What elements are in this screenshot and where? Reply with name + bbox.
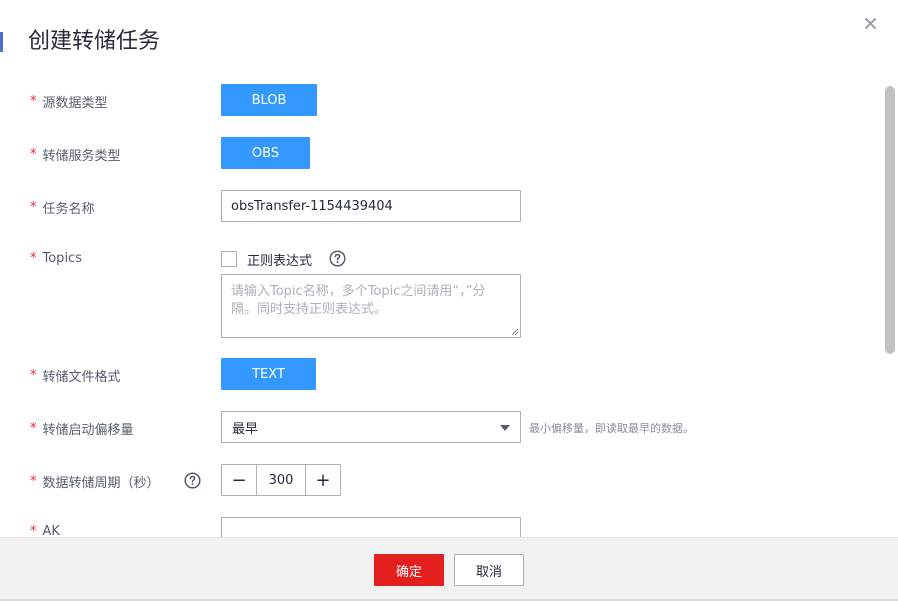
dump-period-stepper[interactable]: − 300 + <box>221 464 341 496</box>
topics-textarea[interactable]: 请输入Topic名称，多个Topic之间请用“，”分隔。同时支持正则表达式。 <box>221 274 521 338</box>
dialog-footer: 确定 取消 <box>0 537 898 601</box>
dump-service-obs-button[interactable]: OBS <box>221 137 310 169</box>
file-format-text-button[interactable]: TEXT <box>221 358 316 390</box>
required-mark: * <box>30 368 37 383</box>
required-mark: * <box>30 200 37 215</box>
required-mark: * <box>30 251 37 266</box>
decrement-button[interactable]: − <box>222 465 256 495</box>
task-name-input[interactable]: obsTransfer-1154439404 <box>221 190 521 222</box>
ak-label: * AK <box>30 524 60 537</box>
chevron-down-icon <box>500 425 510 431</box>
file-format-label: * 转储文件格式 <box>30 368 121 385</box>
start-offset-select[interactable]: 最早 <box>221 411 521 443</box>
ak-input[interactable] <box>221 517 521 537</box>
increment-button[interactable]: + <box>306 465 340 495</box>
topics-label: * Topics <box>30 251 82 266</box>
start-offset-selected-value: 最早 <box>232 421 259 437</box>
dump-period-value[interactable]: 300 <box>256 465 306 495</box>
task-name-label: * 任务名称 <box>30 200 95 217</box>
help-icon[interactable] <box>184 472 201 489</box>
close-icon[interactable] <box>861 14 881 34</box>
required-mark: * <box>30 524 37 537</box>
help-icon[interactable] <box>329 250 346 267</box>
start-offset-hint: 最小偏移量，即读取最早的数据。 <box>529 422 694 435</box>
dump-period-label: * 数据转储周期（秒） <box>30 474 160 491</box>
required-mark: * <box>30 147 37 162</box>
regex-checkbox-label[interactable]: 正则表达式 <box>247 250 312 269</box>
regex-checkbox[interactable] <box>221 251 237 267</box>
confirm-button[interactable]: 确定 <box>374 554 444 586</box>
topics-placeholder: 请输入Topic名称，多个Topic之间请用“，”分隔。同时支持正则表达式。 <box>231 284 486 317</box>
source-type-blob-button[interactable]: BLOB <box>221 84 317 116</box>
create-dump-task-dialog: 创建转储任务 * 源数据类型 BLOB * 转储服务类型 OBS * 任务名称 … <box>0 0 898 601</box>
required-mark: * <box>30 474 37 489</box>
title-accent-bar <box>0 32 3 52</box>
cancel-button[interactable]: 取消 <box>454 554 524 586</box>
required-mark: * <box>30 421 37 436</box>
dump-service-type-label: * 转储服务类型 <box>30 147 121 164</box>
start-offset-label: * 转储启动偏移量 <box>30 421 134 438</box>
required-mark: * <box>30 94 37 109</box>
form-scroll-area[interactable]: * 源数据类型 BLOB * 转储服务类型 OBS * 任务名称 obsTran… <box>0 70 898 537</box>
dialog-title: 创建转储任务 <box>28 29 161 54</box>
resize-grip-icon[interactable] <box>511 328 519 336</box>
source-type-label: * 源数据类型 <box>30 94 108 111</box>
scrollbar-thumb[interactable] <box>885 86 895 354</box>
